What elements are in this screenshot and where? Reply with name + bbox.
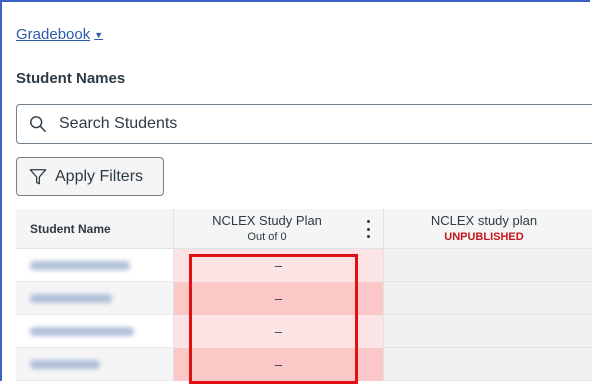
- search-icon: [30, 116, 46, 132]
- kebab-menu-icon[interactable]: [365, 220, 371, 238]
- student-name-cell[interactable]: [16, 315, 174, 348]
- student-name-cell[interactable]: [16, 249, 174, 282]
- table-row: –: [16, 348, 592, 381]
- apply-filters-button[interactable]: Apply Filters: [16, 157, 164, 196]
- column-header-student-name[interactable]: Student Name: [16, 209, 174, 249]
- grade-cell-empty[interactable]: [384, 348, 592, 381]
- grade-cell[interactable]: –: [174, 315, 384, 348]
- gradebook-label: Gradebook: [16, 26, 91, 43]
- filter-icon: [29, 168, 47, 184]
- column-header-assignment-2[interactable]: NCLEX study plan UNPUBLISHED: [384, 209, 592, 249]
- redacted-name: [30, 261, 130, 270]
- redacted-name: [30, 327, 134, 336]
- caret-down-icon: ▼: [94, 29, 104, 40]
- table-row: –: [16, 315, 592, 348]
- student-name-cell[interactable]: [16, 282, 174, 315]
- grade-cell[interactable]: –: [174, 348, 384, 381]
- column-header-points: Out of 0: [247, 231, 287, 243]
- unpublished-badge: UNPUBLISHED: [444, 231, 524, 243]
- grade-cell-empty[interactable]: [384, 249, 592, 282]
- grade-cell-empty[interactable]: [384, 315, 592, 348]
- column-header-title: NCLEX Study Plan: [212, 213, 322, 228]
- column-header-label: Student Name: [30, 221, 111, 236]
- grade-cell-empty[interactable]: [384, 282, 592, 315]
- search-input[interactable]: [57, 114, 461, 134]
- search-box[interactable]: [16, 104, 592, 144]
- gradebook-grid: Student Name NCLEX Study Plan Out of 0 N…: [16, 209, 592, 381]
- grade-cell[interactable]: –: [174, 249, 384, 282]
- apply-filters-label: Apply Filters: [55, 167, 144, 185]
- column-header-title: NCLEX study plan: [430, 213, 538, 228]
- redacted-name: [30, 360, 100, 369]
- table-row: –: [16, 249, 592, 282]
- section-title: Student Names: [16, 70, 126, 87]
- column-header-assignment-1[interactable]: NCLEX Study Plan Out of 0: [174, 209, 384, 249]
- redacted-name: [30, 294, 112, 303]
- table-row: –: [16, 282, 592, 315]
- gradebook-menu-link[interactable]: Gradebook ▼: [16, 26, 103, 43]
- grade-cell[interactable]: –: [174, 282, 384, 315]
- student-name-cell[interactable]: [16, 348, 174, 381]
